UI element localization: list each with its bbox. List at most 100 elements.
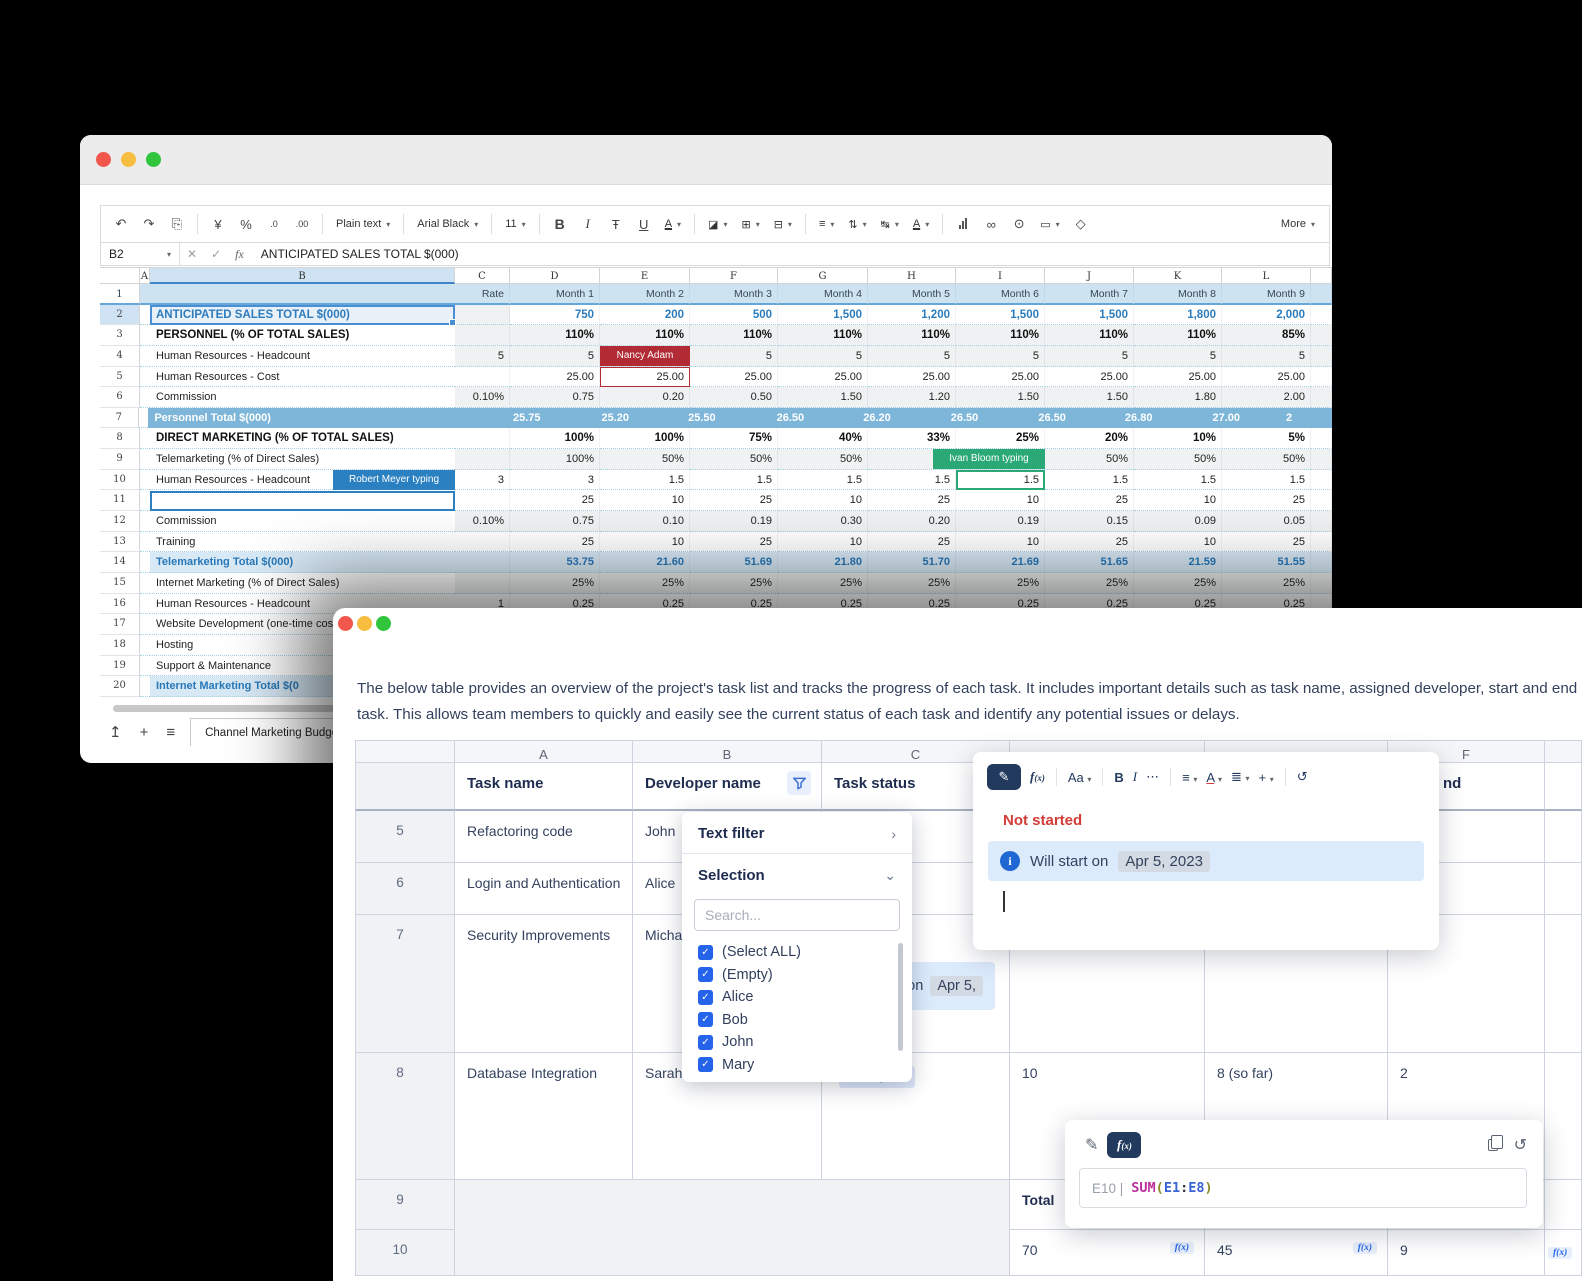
sheet-cell[interactable]: 25	[1045, 532, 1134, 553]
sheet-cell[interactable]	[455, 552, 510, 573]
sheet-cell[interactable]: 50%	[690, 449, 778, 470]
sheet-cell[interactable]	[455, 573, 510, 594]
sheet-cell[interactable]: 10	[600, 532, 690, 553]
sheet-cell[interactable]: 25%	[956, 573, 1045, 594]
filter-search-input[interactable]	[694, 899, 900, 931]
sheet-cell[interactable]: 21.60	[600, 552, 690, 573]
sheet-cell[interactable]: 26.80	[1112, 408, 1199, 429]
checkbox-checked-icon[interactable]: ✓	[698, 990, 713, 1005]
sheet-cell[interactable]: 1.5	[600, 470, 690, 491]
sheet-cell[interactable]: 0.75	[510, 511, 600, 532]
fill-color-dropdown[interactable]: ◪▾	[703, 216, 732, 233]
sheet-cell[interactable]: 25	[690, 532, 778, 553]
selection-menu-item[interactable]: Selection ⌄	[682, 854, 912, 895]
header-col-g[interactable]	[1545, 763, 1582, 811]
sheet-cell[interactable]	[150, 284, 455, 305]
bold-icon[interactable]: B	[548, 214, 572, 234]
sheet-cell[interactable]: Telemarketing (% of Direct Sales)	[150, 449, 455, 470]
sheet-row-number[interactable]: 11	[100, 490, 140, 511]
sheet-cell[interactable]: 25.00	[1222, 367, 1311, 388]
sheet-cell[interactable]: 1.80	[1134, 387, 1222, 408]
sheet-col-header[interactable]: G	[778, 267, 868, 284]
insert-chart-icon[interactable]	[951, 215, 975, 234]
sheet-col-header[interactable]: B	[150, 267, 455, 284]
sheet-cell[interactable]: 25.00	[510, 367, 600, 388]
sheet-cell[interactable]: 25%	[778, 573, 868, 594]
zoom-window-button[interactable]	[376, 616, 391, 631]
sheet-cell[interactable]: 10	[1134, 490, 1222, 511]
sheet-cell[interactable]: 10	[1134, 532, 1222, 553]
sheet-cell[interactable]: 40%	[778, 428, 868, 449]
sheet-cell[interactable]: Month 2	[600, 284, 690, 305]
sheet-row-number[interactable]: 20	[100, 676, 140, 697]
sheet-cell[interactable]	[455, 532, 510, 553]
text-style-dropdown[interactable]: Aa ▾	[1068, 770, 1092, 785]
sheet-row-number[interactable]: 1	[100, 284, 140, 305]
sheet-cell[interactable]: 50%	[1134, 449, 1222, 470]
sheet-cell[interactable]: 5	[455, 346, 510, 367]
text-rotation-dropdown[interactable]: A▾	[908, 216, 934, 232]
sheet-cell[interactable]	[140, 284, 150, 305]
cell[interactable]	[1545, 1180, 1582, 1230]
sheet-cell[interactable]	[140, 656, 150, 677]
sheet-cell[interactable]: 2.00	[1222, 387, 1311, 408]
sheet-cell[interactable]	[1311, 325, 1332, 346]
sheet-col-header[interactable]: J	[1045, 267, 1134, 284]
sheet-row-number[interactable]: 9	[100, 449, 140, 470]
sheet-cell[interactable]: 25%	[868, 573, 956, 594]
sheet-cell[interactable]	[455, 428, 510, 449]
sheet-cell[interactable]: 0.20	[600, 387, 690, 408]
filter-icon[interactable]	[787, 771, 811, 795]
formula-input[interactable]: ANTICIPATED SALES TOTAL $(000)	[251, 247, 459, 261]
sheet-row-number[interactable]: 6	[100, 387, 140, 408]
sheet-cell[interactable]: 5	[868, 346, 956, 367]
sheet-cell[interactable]	[140, 676, 150, 697]
sheet-row-number[interactable]: 19	[100, 656, 140, 677]
sheet-cell[interactable]: 26.20	[850, 408, 937, 429]
sheet-cell[interactable]: 26.50	[762, 408, 851, 429]
sheet-cell[interactable]: 5	[1045, 346, 1134, 367]
sheet-cell[interactable]: 2	[1286, 408, 1332, 429]
spreadsheet-titlebar[interactable]	[80, 135, 1332, 185]
text-style-dropdown[interactable]: Plain text▾	[331, 216, 395, 232]
sheet-cell[interactable]: 25	[1222, 532, 1311, 553]
sheet-cell[interactable]: 110%	[1045, 325, 1134, 346]
sheet-cell[interactable]	[1311, 552, 1332, 573]
selected-cell-B2[interactable]	[150, 305, 455, 326]
sheet-cell[interactable]: 100%	[600, 428, 690, 449]
filter-option[interactable]: ✓John	[698, 1031, 912, 1054]
sheet-cell[interactable]: 0.75	[510, 387, 600, 408]
row-number[interactable]: 7	[355, 915, 455, 1053]
pencil-icon[interactable]: ✎	[1085, 1135, 1098, 1155]
sheet-cell[interactable]	[1311, 490, 1332, 511]
filter-option[interactable]: ✓(Empty)	[698, 964, 912, 987]
sheet-cell[interactable]	[140, 305, 150, 326]
column-header-A[interactable]: A	[455, 740, 633, 763]
sheet-cell[interactable]	[139, 408, 149, 429]
row-number[interactable]: 10	[355, 1230, 455, 1276]
checkbox-checked-icon[interactable]: ✓	[698, 1035, 713, 1050]
sheet-cell[interactable]: 0.19	[690, 511, 778, 532]
sheet-col-header[interactable]: L	[1222, 267, 1311, 284]
corner-cell[interactable]	[355, 740, 455, 763]
add-sheet-icon[interactable]: +	[131, 724, 158, 741]
vertical-align-dropdown[interactable]: ⇅▾	[843, 216, 871, 233]
sheet-cell[interactable]: 1.5	[778, 470, 868, 491]
sheet-cell[interactable]: 750	[510, 305, 600, 326]
sheet-row-number[interactable]: 13	[100, 532, 140, 553]
pivot-table-icon[interactable]: ⊙	[1007, 214, 1031, 234]
checkbox-checked-icon[interactable]: ✓	[698, 1012, 713, 1027]
filter-option[interactable]: ✓Bob	[698, 1009, 912, 1032]
sheet-cell[interactable]: 1.5	[1045, 470, 1134, 491]
sheet-cell[interactable]: 25%	[690, 573, 778, 594]
sheet-cell[interactable]: 25.00	[1045, 367, 1134, 388]
sheet-cell[interactable]: 5	[778, 346, 868, 367]
sheet-cell[interactable]: 25%	[1134, 573, 1222, 594]
sheet-cell[interactable]: 1,500	[956, 305, 1045, 326]
cell[interactable]	[455, 1180, 633, 1230]
sheet-cell[interactable]: 1,500	[778, 305, 868, 326]
sheet-cell[interactable]: Personnel Total $(000)	[148, 408, 443, 429]
sheet-col-header[interactable]: A	[140, 267, 150, 284]
sheet-cell[interactable]: Human Resources - Cost	[150, 367, 455, 388]
sheet-cell[interactable]: 1.5	[868, 470, 956, 491]
